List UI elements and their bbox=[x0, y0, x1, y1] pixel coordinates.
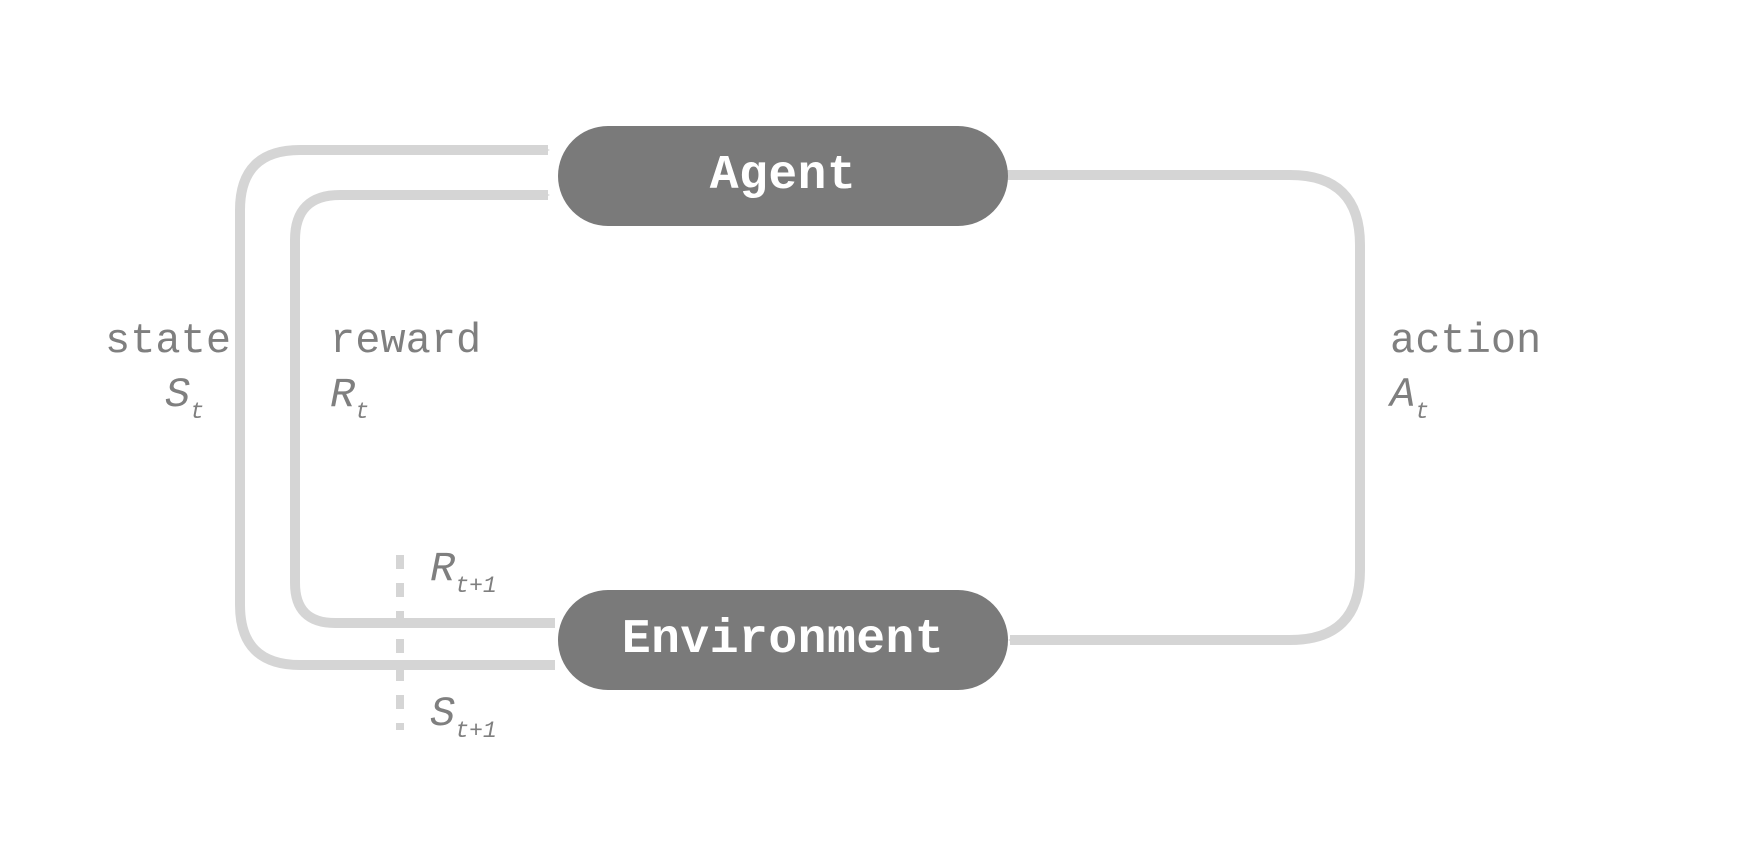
label-reward-word: reward bbox=[330, 320, 481, 362]
label-reward-symbol: Rt bbox=[330, 374, 481, 421]
label-reward-next: Rt+1 bbox=[430, 545, 497, 596]
rl-loop-diagram: Agent Environment state St reward Rt act… bbox=[0, 0, 1742, 856]
node-agent: Agent bbox=[558, 126, 1008, 226]
node-environment-label: Environment bbox=[622, 613, 944, 667]
label-state: state St bbox=[105, 320, 231, 421]
label-action-word: action bbox=[1390, 320, 1541, 362]
label-state-symbol: St bbox=[105, 374, 231, 421]
label-state-next: St+1 bbox=[430, 690, 497, 741]
label-action: action At bbox=[1390, 320, 1541, 421]
label-action-symbol: At bbox=[1390, 374, 1541, 421]
label-state-word: state bbox=[105, 320, 231, 362]
arrow-action bbox=[1005, 175, 1360, 640]
node-agent-label: Agent bbox=[710, 149, 857, 203]
node-environment: Environment bbox=[558, 590, 1008, 690]
label-reward: reward Rt bbox=[330, 320, 481, 421]
